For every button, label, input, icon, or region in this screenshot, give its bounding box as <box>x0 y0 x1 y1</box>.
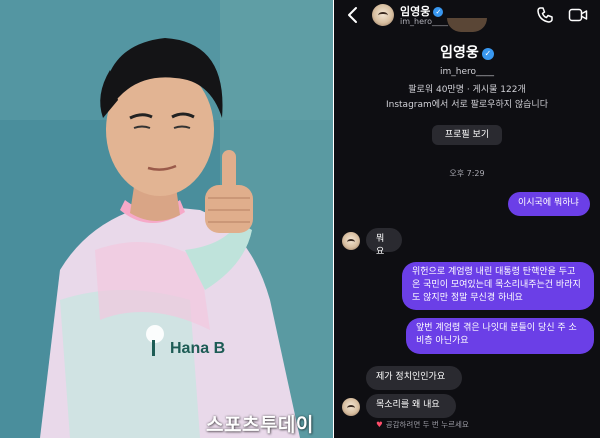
view-profile-button[interactable]: 프로필 보기 <box>432 125 502 145</box>
jersey-logo-text: Hana B <box>170 340 225 357</box>
profile-stats: 팔로워 40만명 · 게시물 122개 <box>408 85 526 95</box>
message-outgoing[interactable]: 위헌으로 계엄령 내린 대통령 탄핵안을 두고 온 국민이 모여있는데 목소리내… <box>402 262 594 310</box>
video-camera-icon[interactable] <box>568 7 588 23</box>
verified-badge-icon: ✓ <box>481 48 494 60</box>
profile-name-text: 임영웅 <box>440 45 479 61</box>
header-handle: im_hero____ <box>400 17 449 26</box>
sender-avatar[interactable] <box>342 232 360 250</box>
message-outgoing[interactable]: 이시국에 뭐하냐 <box>508 192 590 216</box>
watermark: 스포츠투데이 <box>206 414 314 436</box>
reaction-hint-text: 공감하려면 두 번 누르세요 <box>385 420 469 429</box>
profile-handle: im_hero____ <box>439 67 495 77</box>
message-incoming[interactable]: 제가 정치인인가요 <box>366 366 462 390</box>
player-illustration: Hana B <box>0 0 333 438</box>
header-avatar[interactable] <box>372 4 394 26</box>
message-timestamp: 오후 7:29 <box>449 169 485 178</box>
message-outgoing[interactable]: 앞번 계엄령 겪은 나잇대 분들이 당신 주 소비층 아닌가요 <box>406 318 594 354</box>
reaction-hint: ♥ 공감하려면 두 번 누르세요 <box>376 419 469 430</box>
sender-avatar[interactable] <box>342 398 360 416</box>
news-photo: Hana B 스포츠투데이 <box>0 0 333 438</box>
chevron-left-icon[interactable] <box>346 6 360 24</box>
phone-icon[interactable] <box>536 6 554 24</box>
heart-icon: ♥ <box>376 420 383 429</box>
message-incoming[interactable]: 목소리를 왜 내요 <box>366 394 456 418</box>
verified-badge-icon: ✓ <box>433 7 444 17</box>
profile-name: 임영웅 ✓ <box>334 42 600 62</box>
dm-conversation: 임영웅 ✓ im_hero____ 임영웅 ✓ im_hero____ 팔로워 40… <box>334 0 600 438</box>
message-incoming[interactable]: 뭐요 <box>366 228 402 257</box>
follow-status: Instagram에서 서로 팔로우하지 않습니다 <box>385 100 548 110</box>
